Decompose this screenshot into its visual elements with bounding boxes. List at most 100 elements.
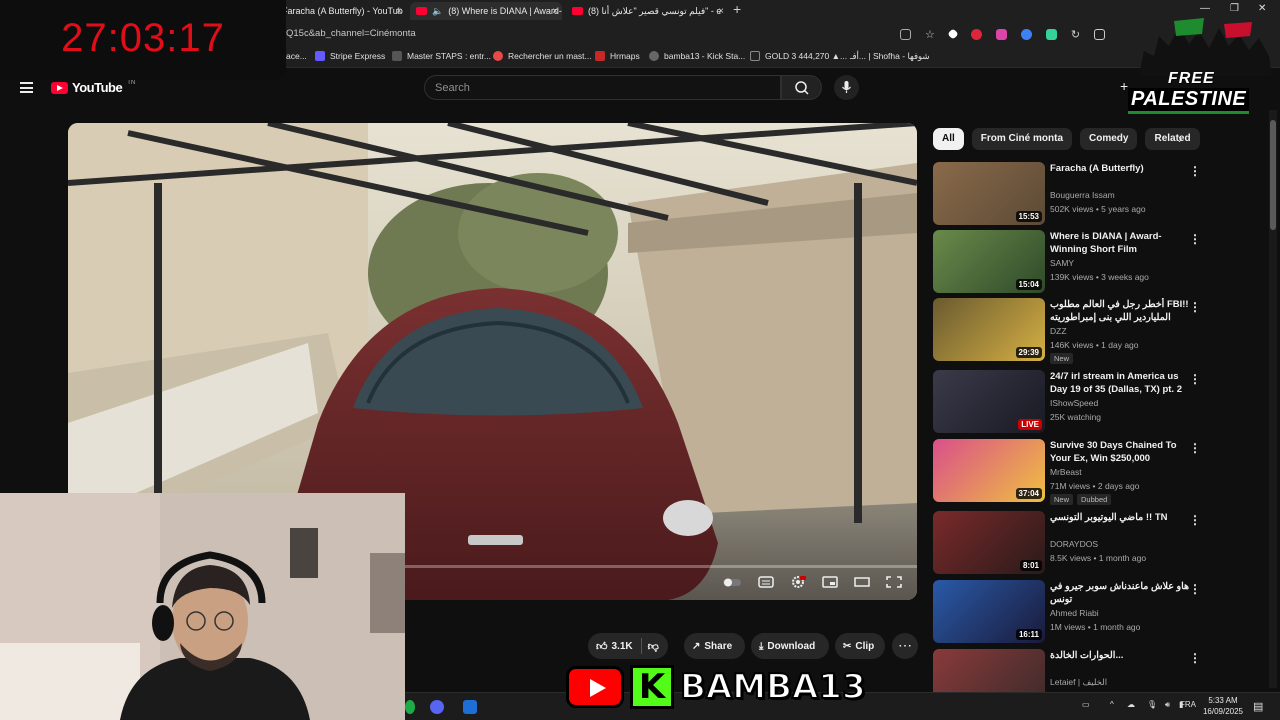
voice-search-button[interactable] — [834, 75, 859, 100]
channel-name[interactable]: DORAYDOS — [1050, 539, 1098, 549]
search-input[interactable] — [435, 79, 755, 96]
extension-blue-icon[interactable] — [1020, 28, 1032, 40]
bookmark-item[interactable]: أفـ... | Shofha - شوفها — [850, 51, 930, 62]
close-tab-icon[interactable]: × — [552, 6, 558, 17]
bookmark-item[interactable]: Master STAPS : entr... — [392, 51, 491, 61]
more-options-icon[interactable]: ⋮ — [1189, 651, 1201, 665]
recommendation-item[interactable]: 29:39 أخطر رجل في العالم مطلوب FBI!! المل… — [933, 298, 1263, 364]
more-options-icon[interactable]: ⋮ — [1189, 164, 1201, 178]
chevron-up-icon[interactable]: ^ — [1110, 700, 1114, 709]
more-options-icon[interactable]: ⋮ — [1189, 513, 1201, 527]
video-thumbnail[interactable]: 8:01 — [933, 511, 1045, 574]
chip-from-channel[interactable]: From Ciné monta — [971, 128, 1073, 150]
subtitles-icon[interactable] — [758, 576, 774, 588]
maximize-button[interactable]: ❐ — [1230, 3, 1239, 14]
bookmark-item[interactable]: GOLD 3 444,270 ▲... — [750, 51, 847, 61]
chip-all[interactable]: All — [933, 128, 964, 150]
menu-icon[interactable] — [20, 82, 33, 93]
video-thumbnail[interactable]: 16:11 — [933, 580, 1045, 643]
chip-comedy[interactable]: Comedy — [1080, 128, 1138, 150]
display-icon[interactable]: ▭ — [1082, 700, 1090, 709]
video-title[interactable]: Where is DIANA | Award-Winning Short Fil… — [1050, 230, 1190, 256]
scrollbar-thumb[interactable] — [1270, 120, 1276, 230]
video-thumbnail[interactable]: 15:04 — [933, 230, 1045, 293]
video-title[interactable]: Faracha (A Butterfly) — [1050, 162, 1190, 175]
download-button[interactable]: ⤓ Download — [751, 633, 829, 659]
video-thumbnail[interactable]: 37:04 — [933, 439, 1045, 502]
recommendation-item[interactable]: LIVE 24/7 irl stream in America us Day 19… — [933, 370, 1263, 434]
video-thumbnail[interactable]: LIVE — [933, 370, 1045, 433]
discord-icon[interactable] — [430, 700, 444, 714]
recommendation-item[interactable]: 37:04 Survive 30 Days Chained To Your Ex,… — [933, 439, 1263, 505]
app-icon[interactable] — [405, 700, 415, 714]
video-title[interactable]: ماضي اليوتيوبر التونسي !! TN — [1050, 511, 1190, 524]
chip-related[interactable]: Related — [1145, 128, 1200, 150]
notification-icon[interactable]: ▤ — [1253, 700, 1263, 713]
clip-button[interactable]: ✂ Clip — [835, 633, 885, 659]
more-actions-button[interactable]: ⋯ — [892, 633, 918, 659]
like-count[interactable]: 3.1K — [612, 641, 633, 652]
microphone-tray-icon[interactable]: 🎙︎ — [1147, 700, 1157, 709]
minimize-button[interactable]: — — [1200, 3, 1210, 14]
tab-faracha[interactable]: Faracha (A Butterfly) - YouTub × — [276, 2, 406, 20]
bookmark-item[interactable]: bamba13 - Kick Sta... — [649, 51, 745, 61]
thumbs-down-icon[interactable]: 👎︎ — [648, 640, 659, 653]
bookmark-item[interactable]: ace... — [286, 51, 307, 61]
channel-name[interactable]: SAMY — [1050, 258, 1074, 268]
star-icon[interactable]: ☆ — [925, 28, 935, 41]
video-title[interactable]: 24/7 irl stream in America us Day 19 of … — [1050, 370, 1190, 396]
tab-short-film[interactable]: (8) فيلم تونسي قصير "علاش أنا" - e × — [566, 2, 728, 20]
install-app-icon[interactable] — [900, 28, 911, 40]
video-title[interactable]: هاو علاش ماعندناش سوبر جيرو في تونس — [1050, 580, 1190, 606]
close-tab-icon[interactable]: × — [396, 6, 402, 17]
video-title[interactable]: Survive 30 Days Chained To Your Ex, Win … — [1050, 439, 1190, 465]
autoplay-toggle[interactable] — [722, 576, 742, 588]
volume-icon[interactable]: 🔊︎ — [1165, 700, 1170, 710]
channel-name[interactable]: Bouguerra Issam — [1050, 190, 1115, 200]
channel-name[interactable]: Ahmed Riabi — [1050, 608, 1099, 618]
theater-mode-icon[interactable] — [854, 576, 870, 588]
more-options-icon[interactable]: ⋮ — [1189, 372, 1201, 386]
recommendation-item[interactable]: 16:11 هاو علاش ماعندناش سوبر جيرو في تونس… — [933, 580, 1263, 644]
close-window-button[interactable]: ✕ — [1258, 3, 1266, 14]
extension-red-icon[interactable] — [970, 28, 982, 40]
share-button[interactable]: ↗ Share — [684, 633, 745, 659]
channel-name[interactable]: IShowSpeed — [1050, 398, 1098, 408]
settings-gear-icon[interactable] — [790, 576, 806, 588]
bookmark-item[interactable]: Rechercher un mast... — [493, 51, 592, 61]
bookmark-item[interactable]: Stripe Express — [315, 51, 385, 61]
fullscreen-icon[interactable] — [886, 576, 902, 588]
extensions-puzzle-icon[interactable] — [1094, 28, 1106, 40]
tab-where-is-diana[interactable]: 🔈 (8) Where is DIANA | Award- × — [410, 2, 562, 20]
video-thumbnail[interactable]: 15:53 — [933, 162, 1045, 225]
thumbs-up-icon[interactable]: 👍︎ — [596, 640, 608, 653]
extension-diamond-icon[interactable] — [947, 28, 959, 40]
app-icon[interactable] — [463, 700, 477, 714]
language-indicator[interactable]: FRA — [1180, 700, 1196, 709]
url-field[interactable]: Q15c&ab_channel=Cinémonta — [286, 28, 416, 39]
more-options-icon[interactable]: ⋮ — [1189, 300, 1201, 314]
more-options-icon[interactable]: ⋮ — [1189, 582, 1201, 596]
channel-name[interactable]: MrBeast — [1050, 467, 1082, 477]
search-button[interactable] — [781, 75, 822, 100]
youtube-logo[interactable]: YouTube TN — [51, 80, 135, 95]
extension-pink-icon[interactable] — [995, 28, 1007, 40]
reload-icon[interactable]: ↻ — [1071, 28, 1080, 41]
video-thumbnail[interactable]: 29:39 — [933, 298, 1045, 361]
miniplayer-icon[interactable] — [822, 576, 838, 588]
cloud-icon[interactable]: ☁ — [1127, 700, 1135, 709]
chevron-right-icon[interactable]: › — [1178, 131, 1182, 146]
channel-name[interactable]: DZZ — [1050, 326, 1067, 336]
channel-name[interactable]: Letaief | الخليف — [1050, 677, 1107, 688]
bookmark-item[interactable]: Hrmaps — [595, 51, 640, 61]
taskbar-clock[interactable]: 5:33 AM 16/09/2025 — [1197, 695, 1249, 717]
video-title[interactable]: أخطر رجل في العالم مطلوب FBI!! الملياردي… — [1050, 298, 1190, 324]
more-options-icon[interactable]: ⋮ — [1189, 232, 1201, 246]
more-options-icon[interactable]: ⋮ — [1189, 441, 1201, 455]
recommendation-item[interactable]: 15:04 Where is DIANA | Award-Winning Shor… — [933, 230, 1263, 294]
close-tab-icon[interactable]: × — [718, 6, 724, 17]
new-tab-button[interactable]: + — [733, 1, 741, 17]
video-title[interactable]: الحوارات الخالدة... — [1050, 649, 1190, 662]
recommendation-item[interactable]: 15:53 Faracha (A Butterfly) Bouguerra Issa… — [933, 162, 1263, 226]
recommendation-item[interactable]: 8:01 ماضي اليوتيوبر التونسي !! TN DORAYDOS… — [933, 511, 1263, 575]
